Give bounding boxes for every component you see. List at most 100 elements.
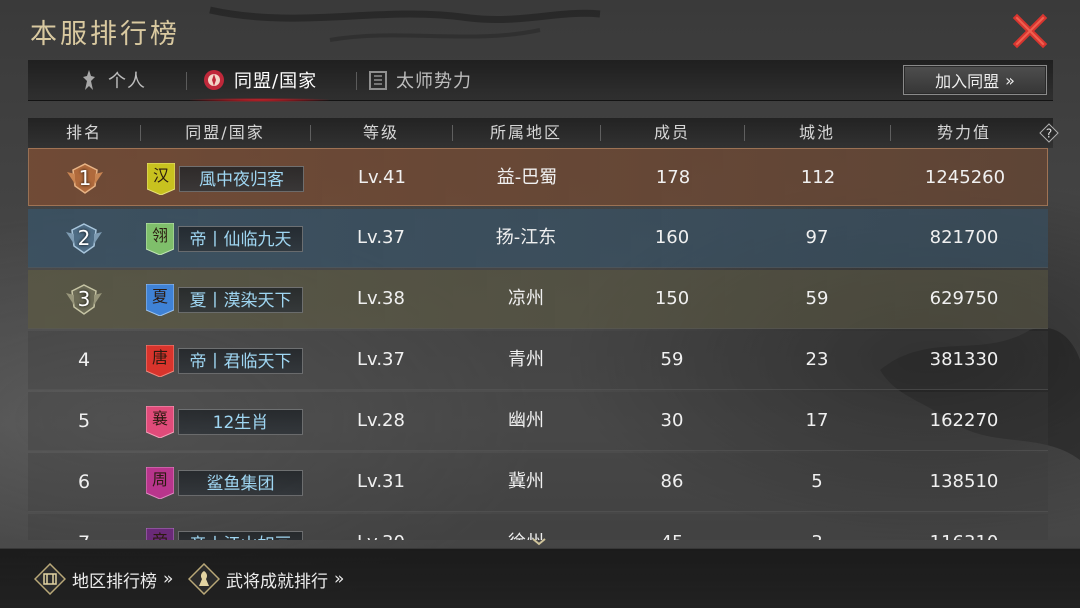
- alliance-name[interactable]: 風中夜归客: [179, 166, 304, 192]
- tab-alliance-nation[interactable]: 同盟/国家: [190, 60, 330, 102]
- page-title: 本服排行榜: [30, 19, 180, 50]
- cities-cell: 97: [805, 227, 829, 248]
- members-cell: 59: [660, 349, 684, 370]
- table-row[interactable]: 1 汉 風中夜归客 Lv.41 益-巴蜀 178 112 1245260: [28, 148, 1048, 206]
- help-button[interactable]: ?: [1039, 123, 1059, 143]
- cities-cell: 112: [800, 167, 836, 188]
- members-cell: 86: [660, 471, 684, 492]
- flag-character: 夏: [151, 287, 168, 306]
- tab-label: 个人: [108, 71, 146, 92]
- close-icon: [1012, 13, 1048, 49]
- level-cell: Lv.38: [357, 288, 405, 309]
- alliance-name[interactable]: 帝丨君临天下: [178, 348, 303, 374]
- level-cell: Lv.28: [357, 410, 405, 431]
- alliance-name[interactable]: 鲨鱼集团: [178, 470, 303, 496]
- cities-cell: 59: [805, 288, 829, 309]
- general-achievement-icon: [188, 563, 220, 595]
- alliance-name[interactable]: 夏丨漠染天下: [178, 287, 303, 313]
- power-cell: 162270: [929, 410, 999, 431]
- tab-divider: [356, 72, 357, 90]
- column-header-cities: 城池: [798, 123, 835, 142]
- region-rank-icon: [34, 563, 66, 595]
- members-cell: 45: [600, 514, 744, 540]
- double-chevron-right-icon: »: [334, 569, 345, 589]
- power-cell: 381330: [929, 349, 999, 370]
- scroll-down-chevron-icon: [532, 538, 546, 546]
- column-header-region: 所属地区: [489, 123, 562, 142]
- help-label: ?: [1046, 127, 1052, 141]
- alliance-name[interactable]: 帝丨江山如画: [178, 531, 303, 540]
- cities-cell: 23: [805, 349, 829, 370]
- region-cell: 徐州: [452, 514, 600, 540]
- rank-number: 7: [28, 514, 140, 540]
- level-cell: Lv.37: [357, 349, 405, 370]
- general-achievement-ranking-link[interactable]: 武将成就排行 »: [188, 563, 344, 595]
- power-cell: 821700: [929, 227, 999, 248]
- close-button[interactable]: [1010, 12, 1050, 50]
- column-header-members: 成员: [653, 123, 690, 142]
- region-ranking-label: 地区排行榜: [72, 571, 157, 592]
- region-cell: 冀州: [508, 471, 544, 492]
- ranking-table[interactable]: 1 汉 風中夜归客 Lv.41 益-巴蜀 178 112 1245260 2 翎…: [28, 148, 1053, 540]
- bottom-bar: 地区排行榜 » 武将成就排行 »: [0, 548, 1080, 608]
- rank-number: 3: [77, 287, 91, 311]
- rank-number: 2: [77, 226, 91, 250]
- power-cell: 138510: [929, 471, 999, 492]
- cities-cell: 3: [744, 514, 890, 540]
- double-chevron-right-icon: »: [1005, 70, 1015, 90]
- alliance-emblem-icon: [204, 70, 224, 90]
- table-row[interactable]: 4 唐 帝丨君临天下 Lv.37 青州 59 23 381330: [28, 331, 1048, 390]
- rank-number: 1: [78, 166, 92, 190]
- flag-character: 唐: [151, 348, 168, 367]
- level-cell: Lv.37: [357, 227, 405, 248]
- person-hand-icon: [83, 70, 95, 90]
- region-cell: 青州: [508, 349, 544, 370]
- table-row[interactable]: 3 夏 夏丨漠染天下 Lv.38 凉州 150 59 629750: [28, 270, 1048, 329]
- power-cell: 1245260: [924, 167, 1006, 188]
- general-achievement-ranking-label: 武将成就排行: [226, 571, 328, 592]
- flag-character: 翎: [151, 226, 168, 245]
- level-cell: Lv.31: [357, 471, 405, 492]
- members-cell: 160: [654, 227, 690, 248]
- region-cell: 益-巴蜀: [496, 167, 558, 188]
- members-cell: 178: [655, 167, 691, 188]
- tab-bar: 个人 同盟/国家 太师势力: [28, 60, 1053, 102]
- active-tab-indicator: [190, 98, 330, 102]
- region-cell: 凉州: [508, 288, 544, 309]
- tab-grand-tutor[interactable]: 太师势力: [368, 60, 472, 100]
- table-header: 排名 同盟/国家 等级 所属地区 成员 城池 势力值: [28, 118, 1053, 148]
- members-cell: 150: [654, 288, 690, 309]
- column-header-rank: 排名: [65, 123, 102, 142]
- region-ranking-link[interactable]: 地区排行榜 »: [34, 563, 173, 595]
- alliance-name[interactable]: 12生肖: [178, 409, 303, 435]
- double-chevron-right-icon: »: [163, 569, 174, 589]
- tab-label: 同盟/国家: [234, 71, 318, 92]
- region-cell: 扬-江东: [495, 227, 557, 248]
- tab-divider: [186, 72, 187, 90]
- flag-character: 帝: [146, 528, 174, 540]
- cities-cell: 5: [811, 471, 823, 492]
- flag-character: 襄: [151, 409, 168, 428]
- tab-personal[interactable]: 个人: [78, 60, 146, 100]
- flag-character: 周: [151, 470, 168, 489]
- column-header-level: 等级: [362, 123, 399, 142]
- flag-character: 汉: [152, 166, 169, 185]
- question-diamond-icon: ?: [1039, 123, 1059, 143]
- level-cell: Lv.41: [358, 167, 406, 188]
- column-header-alliance: 同盟/国家: [185, 123, 265, 142]
- power-cell: 629750: [929, 288, 999, 309]
- rank-number: 5: [77, 410, 91, 432]
- level-cell: Lv.30: [310, 514, 452, 540]
- tab-label: 太师势力: [396, 71, 472, 92]
- rank-number: 4: [77, 349, 91, 371]
- join-alliance-label: 加入同盟: [935, 72, 1000, 91]
- alliance-name[interactable]: 帝丨仙临九天: [178, 226, 303, 252]
- cities-cell: 17: [805, 410, 829, 431]
- table-row[interactable]: 5 襄 12生肖 Lv.28 幽州 30 17 162270: [28, 392, 1048, 451]
- column-header-power: 势力值: [936, 123, 991, 142]
- members-cell: 30: [660, 410, 684, 431]
- table-row[interactable]: 2 翎 帝丨仙临九天 Lv.37 扬-江东 160 97 821700: [28, 209, 1048, 268]
- region-cell: 幽州: [508, 410, 544, 431]
- join-alliance-button[interactable]: 加入同盟 »: [903, 65, 1047, 95]
- table-row[interactable]: 6 周 鲨鱼集团 Lv.31 冀州 86 5 138510: [28, 453, 1048, 512]
